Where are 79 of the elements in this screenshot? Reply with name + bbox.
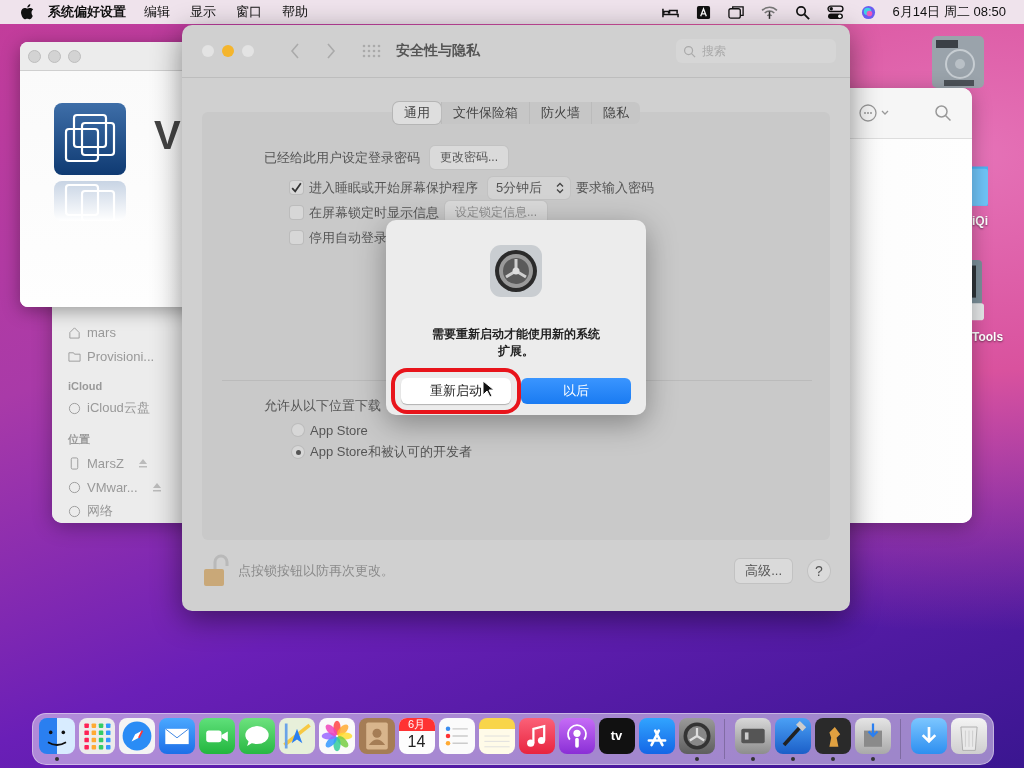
checkbox-label: 停用自动登录 — [309, 228, 387, 247]
download-label: 允许从以下位置下载 — [264, 397, 382, 415]
radio-button[interactable] — [292, 424, 304, 436]
eject-icon[interactable] — [151, 482, 162, 492]
alert-message: 需要重新启动才能使用新的系统扩展。 — [431, 326, 601, 360]
siri-orb-icon[interactable] — [859, 4, 877, 20]
installer-box-icon[interactable] — [854, 717, 891, 754]
download-folder-icon[interactable] — [910, 717, 947, 754]
menu-item[interactable]: 窗口 — [236, 3, 262, 21]
tab[interactable]: 隐私 — [590, 102, 640, 124]
tab[interactable]: 文件保险箱 — [440, 102, 529, 124]
house-icon — [68, 325, 81, 339]
envelope-icon[interactable] — [158, 717, 195, 754]
search-icon — [683, 45, 696, 58]
app-store-icon[interactable] — [638, 717, 675, 754]
tv-app-icon[interactable]: tv — [598, 717, 635, 754]
disc-icon — [68, 480, 81, 494]
checkbox[interactable] — [290, 206, 303, 219]
delay-dropdown[interactable]: 5分钟后 — [488, 176, 571, 199]
later-button[interactable]: 以后 — [521, 378, 631, 404]
checkbox-label: 进入睡眠或开始屏幕保护程序 — [309, 178, 478, 197]
checklist-icon[interactable] — [438, 717, 475, 754]
music-note-icon[interactable] — [518, 717, 555, 754]
radio-label: App Store和被认可的开发者 — [310, 443, 472, 461]
calendar-month: 6月 — [398, 717, 435, 731]
menu-item[interactable]: 显示 — [190, 3, 216, 21]
video-camera-icon[interactable] — [198, 717, 235, 754]
map-icon[interactable] — [278, 717, 315, 754]
lock-hint: 点按锁按钮以防再次更改。 — [238, 562, 394, 580]
checkbox[interactable] — [290, 231, 303, 244]
menu-item[interactable]: 编辑 — [144, 3, 170, 21]
mouse-pointer-icon — [482, 380, 494, 398]
control-center-icon[interactable] — [826, 4, 844, 20]
trash-icon[interactable] — [950, 717, 987, 754]
speech-bubble-icon[interactable] — [238, 717, 275, 754]
overlapping-squares-logo-icon — [54, 103, 126, 175]
sidebar-heading: iCloud — [68, 380, 104, 392]
change-password-button[interactable]: 更改密码... — [430, 146, 508, 169]
two-tone-face-icon[interactable] — [38, 717, 75, 754]
desktop-icon-label: iQi — [972, 214, 988, 228]
windows-icon[interactable] — [727, 4, 745, 20]
tab[interactable]: 防火墙 — [528, 102, 591, 124]
chess-piece-icon[interactable] — [814, 717, 851, 754]
app-title-fragment: V — [154, 113, 181, 159]
notepad-icon[interactable] — [478, 717, 515, 754]
sidebar-heading: 位置 — [68, 432, 91, 447]
keyboard-input-icon[interactable] — [694, 4, 712, 20]
menu-app-name[interactable]: 系统偏好设置 — [48, 3, 126, 21]
hammer-icon[interactable] — [774, 717, 811, 754]
calendar-icon[interactable]: 6月 14 — [398, 717, 435, 754]
folder-icon — [68, 349, 81, 363]
gear-icon[interactable] — [678, 717, 715, 754]
address-book-icon[interactable] — [358, 717, 395, 754]
disk-drive-icon[interactable] — [734, 717, 771, 754]
phone-icon — [68, 456, 81, 470]
window-title: 安全性与隐私 — [396, 42, 480, 60]
flower-icon[interactable] — [318, 717, 355, 754]
radio-label: App Store — [310, 422, 368, 438]
radio-button[interactable] — [292, 446, 304, 458]
compass-icon[interactable] — [118, 717, 155, 754]
up-down-arrows-icon — [556, 181, 565, 194]
checkbox-label: 在屏幕锁定时显示信息 — [309, 203, 439, 222]
menu-clock[interactable]: 6月14日 周二 08:50 — [892, 3, 1006, 21]
option-suffix: 要求输入密码 — [576, 178, 655, 197]
advanced-button[interactable]: 高级... — [735, 559, 792, 583]
calendar-day: 14 — [407, 730, 426, 753]
password-label: 已经给此用户设定登录密码 — [264, 148, 420, 167]
search-icon[interactable] — [793, 4, 811, 20]
apple-logo-icon[interactable] — [20, 4, 34, 20]
podcast-icon[interactable] — [558, 717, 595, 754]
checkbox[interactable] — [290, 181, 303, 194]
wifi-icon[interactable] — [760, 4, 778, 20]
gear-icon — [490, 245, 542, 297]
tv-label: tv — [610, 727, 623, 743]
desktop-icon-label: Tools — [972, 330, 1004, 344]
tab[interactable]: 通用 — [392, 102, 441, 124]
menu-item[interactable]: 帮助 — [282, 3, 308, 21]
eject-icon[interactable] — [137, 458, 148, 468]
help-button[interactable]: ? — [808, 560, 830, 582]
